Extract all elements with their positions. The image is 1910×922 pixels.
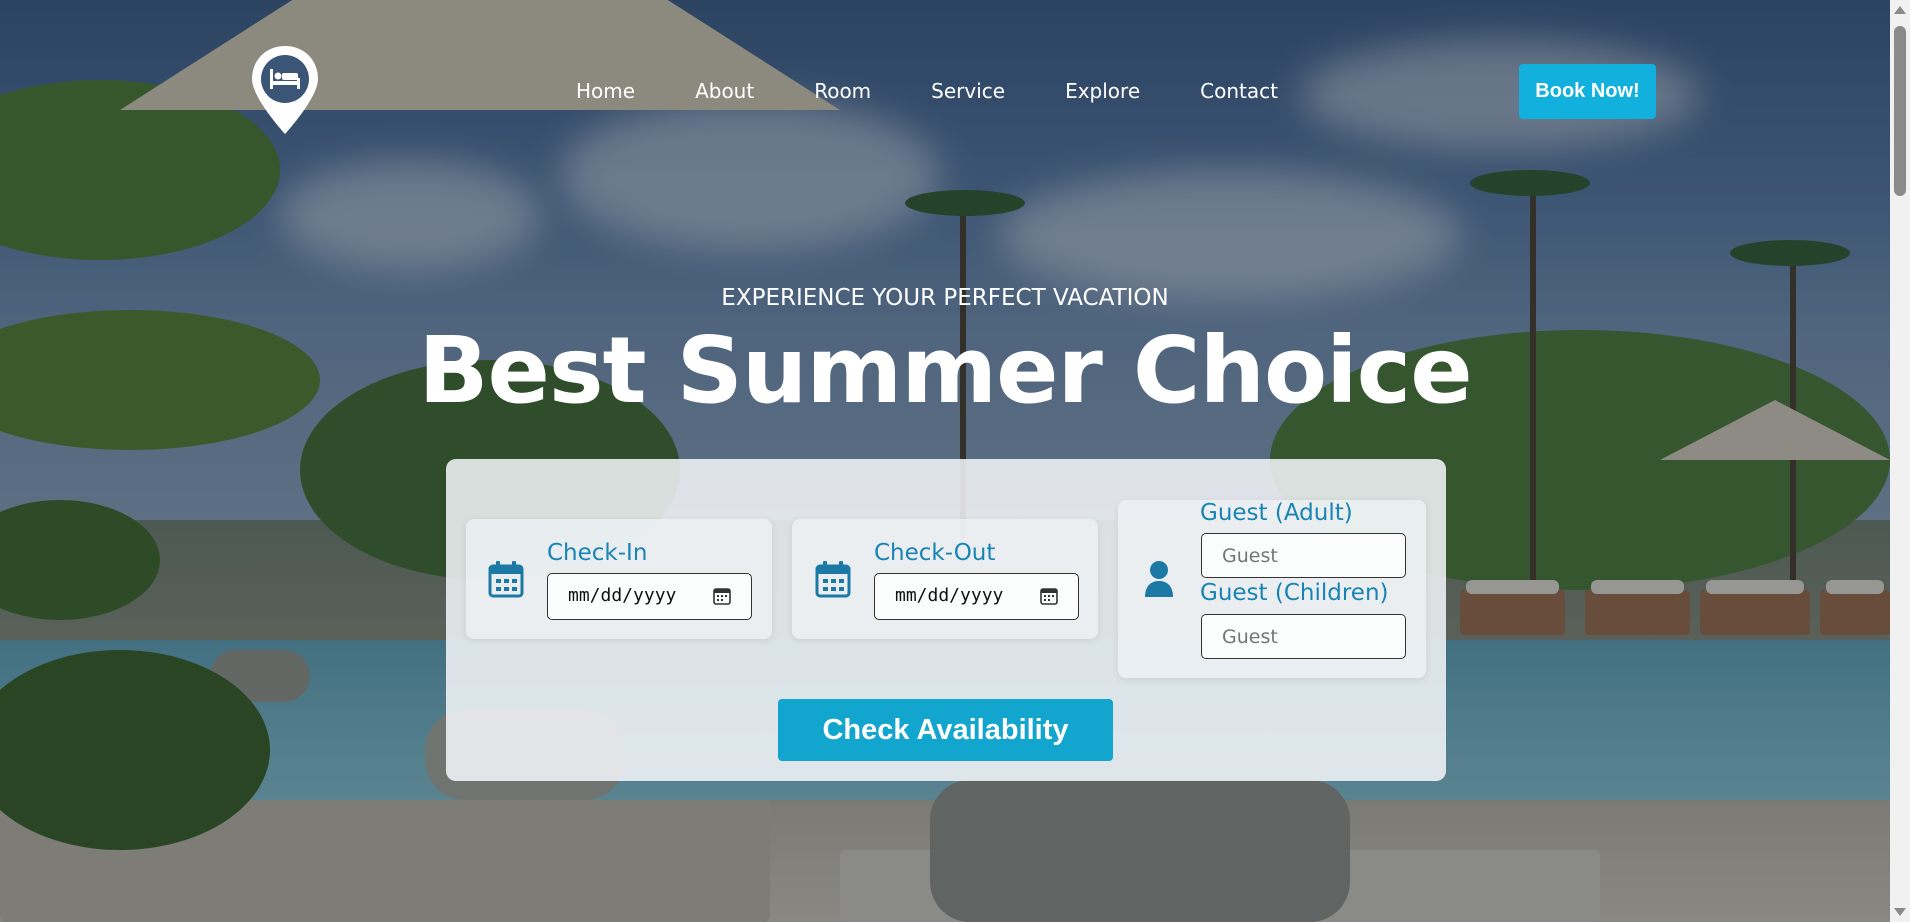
hero-title: Best Summer Choice — [418, 317, 1472, 424]
calendar-icon — [488, 561, 524, 598]
checkin-date-value: mm/dd/yyyy — [568, 585, 677, 606]
scroll-down-arrow-icon[interactable] — [1894, 908, 1906, 916]
hero-section: Home About Room Service Explore Contact … — [0, 0, 1890, 922]
check-availability-button[interactable]: Check Availability — [778, 699, 1113, 761]
checkout-date-value: mm/dd/yyyy — [895, 585, 1004, 606]
main-nav: Home About Room Service Explore Contact — [576, 78, 1338, 104]
checkout-date-input[interactable]: mm/dd/yyyy — [874, 573, 1079, 620]
guest-children-label: Guest (Children) — [1200, 580, 1389, 606]
nav-home[interactable]: Home — [576, 78, 635, 104]
site-header: Home About Room Service Explore Contact … — [0, 0, 1890, 150]
guest-adult-input[interactable] — [1201, 533, 1406, 578]
nav-room[interactable]: Room — [814, 78, 871, 104]
guest-adult-label: Guest (Adult) — [1200, 500, 1353, 526]
checkout-label: Check-Out — [874, 540, 996, 566]
scroll-thumb[interactable] — [1894, 26, 1906, 196]
calendar-picker-icon[interactable] — [713, 587, 731, 605]
checkin-date-input[interactable]: mm/dd/yyyy — [547, 573, 752, 620]
calendar-picker-icon[interactable] — [1040, 587, 1058, 605]
calendar-icon — [815, 561, 851, 598]
guest-children-input[interactable] — [1201, 614, 1406, 659]
book-now-button[interactable]: Book Now! — [1519, 64, 1656, 119]
checkin-label: Check-In — [547, 540, 648, 566]
nav-about[interactable]: About — [695, 78, 754, 104]
hotel-bed-pin-icon[interactable] — [250, 44, 320, 136]
person-icon — [1145, 561, 1173, 597]
nav-explore[interactable]: Explore — [1065, 78, 1140, 104]
scroll-up-arrow-icon[interactable] — [1894, 6, 1906, 14]
nav-contact[interactable]: Contact — [1200, 78, 1278, 104]
hero-subtitle: EXPERIENCE YOUR PERFECT VACATION — [721, 285, 1169, 311]
scrollbar[interactable] — [1890, 0, 1910, 922]
nav-service[interactable]: Service — [931, 78, 1005, 104]
